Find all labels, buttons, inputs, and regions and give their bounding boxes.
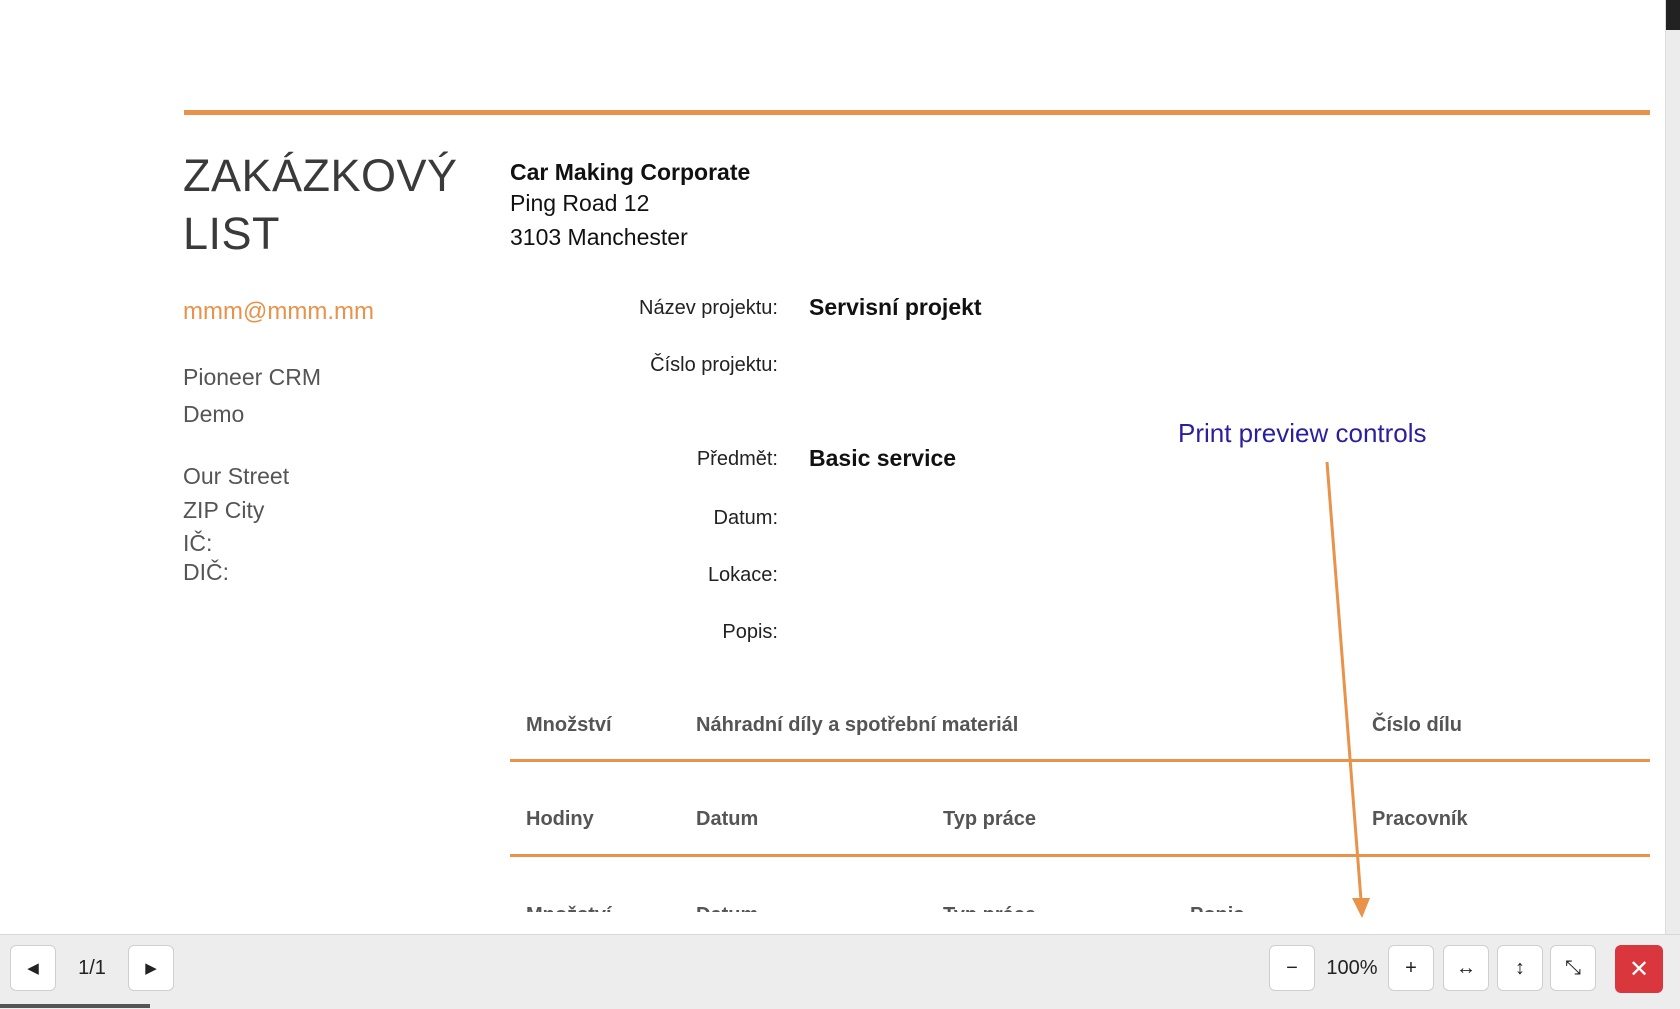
page-indicator: 1/1 [78, 956, 106, 979]
print-preview-toolbar: ◀ 1/1 ▶ − 100% + ↔ ↕ ⤡ ✕ [0, 934, 1680, 1009]
close-preview-button[interactable]: ✕ [1615, 945, 1663, 993]
annotation-arrow-head [1352, 898, 1370, 918]
annotation-arrow-line [1325, 461, 1363, 901]
next-page-button[interactable]: ▶ [128, 945, 174, 991]
previous-page-button[interactable]: ◀ [10, 945, 56, 991]
zoom-level: 100% [1326, 956, 1378, 979]
next-icon: ▶ [145, 960, 157, 977]
close-icon: ✕ [1628, 955, 1650, 983]
annotation-arrow [1325, 461, 1370, 918]
fit-width-icon: ↔ [1456, 956, 1476, 979]
zoom-in-button[interactable]: + [1388, 945, 1434, 991]
minus-icon: − [1286, 956, 1298, 979]
fit-page-button[interactable]: ⤡ [1550, 945, 1596, 991]
fit-height-button[interactable]: ↕ [1497, 945, 1543, 991]
previous-icon: ◀ [27, 960, 39, 977]
fit-height-icon: ↕ [1515, 956, 1525, 979]
window-bottom-strip [0, 1004, 150, 1008]
plus-icon: + [1405, 956, 1417, 979]
print-preview-viewport: ZAKÁZKOVÝ LIST mmm@mmm.mm Pioneer CRM De… [0, 0, 1680, 934]
fit-width-button[interactable]: ↔ [1443, 945, 1489, 991]
fit-page-icon: ⤡ [1565, 956, 1581, 979]
zoom-out-button[interactable]: − [1269, 945, 1315, 991]
